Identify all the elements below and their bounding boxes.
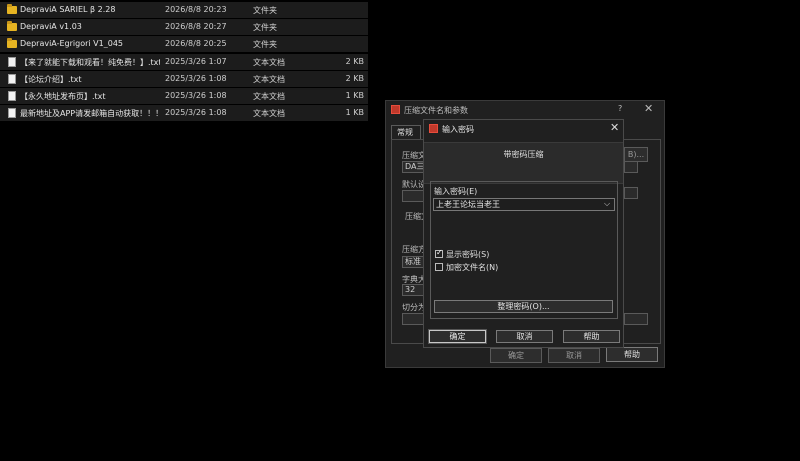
split-dropdown[interactable] bbox=[624, 313, 648, 325]
ok-button[interactable]: 确定 bbox=[490, 348, 542, 363]
password-dialog: 输入密码 ✕ 带密码压缩 输入密码(E) 上老王论坛当老王 ⌵ 显示密码(S) … bbox=[423, 119, 624, 348]
header-text: 带密码压缩 bbox=[503, 150, 544, 159]
show-password-checkbox[interactable] bbox=[435, 248, 443, 258]
file-name: DepraviA SARIEL β 2.28 bbox=[20, 5, 116, 14]
file-name: 【永久地址发布页】.txt bbox=[20, 92, 106, 101]
file-date: 2026/8/8 20:27 bbox=[165, 22, 227, 32]
tab-general[interactable]: 常规 bbox=[391, 125, 421, 139]
file-name: DepraviA v1.03 bbox=[20, 22, 82, 32]
text-file-icon bbox=[8, 108, 16, 119]
file-row[interactable]: 最新地址及APP请发邮箱自动获取！！！... 2025/3/26 1:08 文本文档… bbox=[0, 105, 368, 122]
file-size: 1 KB bbox=[345, 91, 364, 100]
help-button[interactable]: 帮助 bbox=[606, 347, 658, 362]
file-date: 2025/3/26 1:08 bbox=[165, 108, 227, 118]
help-icon[interactable]: ? bbox=[618, 104, 622, 113]
file-type: 文本文档 bbox=[253, 109, 285, 119]
file-row[interactable]: 【永久地址发布页】.txt 2025/3/26 1:08 文本文档 1 KB bbox=[0, 88, 368, 104]
text-file-icon bbox=[8, 91, 16, 101]
file-name: DepraviA-Egrigori V1_045 bbox=[20, 39, 123, 49]
file-row[interactable]: DepraviA-Egrigori V1_045 2026/8/8 20:25 文件… bbox=[0, 36, 368, 53]
help-button[interactable]: 帮助 bbox=[563, 330, 620, 343]
file-size: 2 KB bbox=[345, 56, 364, 66]
cancel-button[interactable]: 取消 bbox=[548, 348, 600, 363]
file-size: 2 KB bbox=[345, 73, 364, 83]
show-password-label[interactable]: 显示密码(S) bbox=[446, 249, 489, 260]
file-date: 2025/3/26 1:08 bbox=[165, 91, 227, 100]
chevron-down-icon[interactable]: ⌵ bbox=[600, 198, 614, 209]
browse-button[interactable]: B)... bbox=[624, 147, 648, 162]
profile-dropdown[interactable] bbox=[624, 187, 638, 199]
winrar-icon bbox=[429, 124, 438, 133]
file-type: 文件夹 bbox=[253, 23, 277, 33]
dialog-title: 压缩文件名和参数 bbox=[404, 106, 468, 115]
cancel-button[interactable]: 取消 bbox=[496, 330, 553, 343]
folder-icon bbox=[7, 38, 17, 49]
password-value: 上老王论坛当老王 bbox=[436, 200, 500, 209]
password-prompt: 输入密码(E) bbox=[434, 187, 478, 196]
text-file-icon bbox=[8, 56, 16, 67]
file-date: 2025/3/26 1:08 bbox=[165, 73, 227, 83]
folder-icon bbox=[7, 21, 17, 32]
file-date: 2026/8/8 20:23 bbox=[165, 5, 227, 14]
file-type: 文本文档 bbox=[253, 57, 285, 67]
ok-button[interactable]: 确定 bbox=[428, 329, 487, 344]
file-date: 2026/8/8 20:25 bbox=[165, 39, 227, 49]
winrar-icon bbox=[391, 105, 400, 114]
dialog-title: 输入密码 bbox=[442, 125, 474, 134]
file-name: 【来了就能下载和观看！纯免费！】.txt bbox=[20, 57, 160, 67]
file-row[interactable]: DepraviA v1.03 2026/8/8 20:27 文件夹 bbox=[0, 19, 368, 36]
text-file-icon bbox=[8, 73, 16, 84]
file-row[interactable]: 【论坛介绍】.txt 2025/3/26 1:08 文本文档 2 KB bbox=[0, 70, 368, 87]
file-type: 文件夹 bbox=[253, 6, 277, 15]
file-name: 【论坛介绍】.txt bbox=[20, 74, 82, 84]
file-type: 文本文档 bbox=[253, 92, 285, 101]
dialog-header: 带密码压缩 bbox=[424, 142, 623, 184]
folder-icon bbox=[7, 4, 17, 14]
file-date: 2025/3/26 1:07 bbox=[165, 56, 227, 66]
file-type: 文本文档 bbox=[253, 74, 285, 84]
close-icon[interactable]: ✕ bbox=[610, 121, 619, 134]
manage-passwords-button[interactable]: 整理密码(O)... bbox=[434, 300, 613, 313]
encrypt-names-label[interactable]: 加密文件名(N) bbox=[446, 262, 498, 273]
file-name: 最新地址及APP请发邮箱自动获取！！！... bbox=[20, 109, 160, 119]
file-type: 文件夹 bbox=[253, 40, 277, 50]
file-row[interactable]: DepraviA SARIEL β 2.28 2026/8/8 20:23 文件夹 bbox=[0, 2, 368, 18]
encrypt-names-checkbox[interactable] bbox=[435, 263, 443, 271]
archive-name-dropdown[interactable] bbox=[624, 161, 638, 173]
password-input[interactable]: 上老王论坛当老王 ⌵ bbox=[433, 198, 615, 211]
file-size: 1 KB bbox=[345, 108, 364, 118]
file-row[interactable]: 【来了就能下载和观看！纯免费！】.txt 2025/3/26 1:07 文本文档 2 … bbox=[0, 53, 368, 70]
close-icon[interactable]: ✕ bbox=[644, 102, 653, 115]
